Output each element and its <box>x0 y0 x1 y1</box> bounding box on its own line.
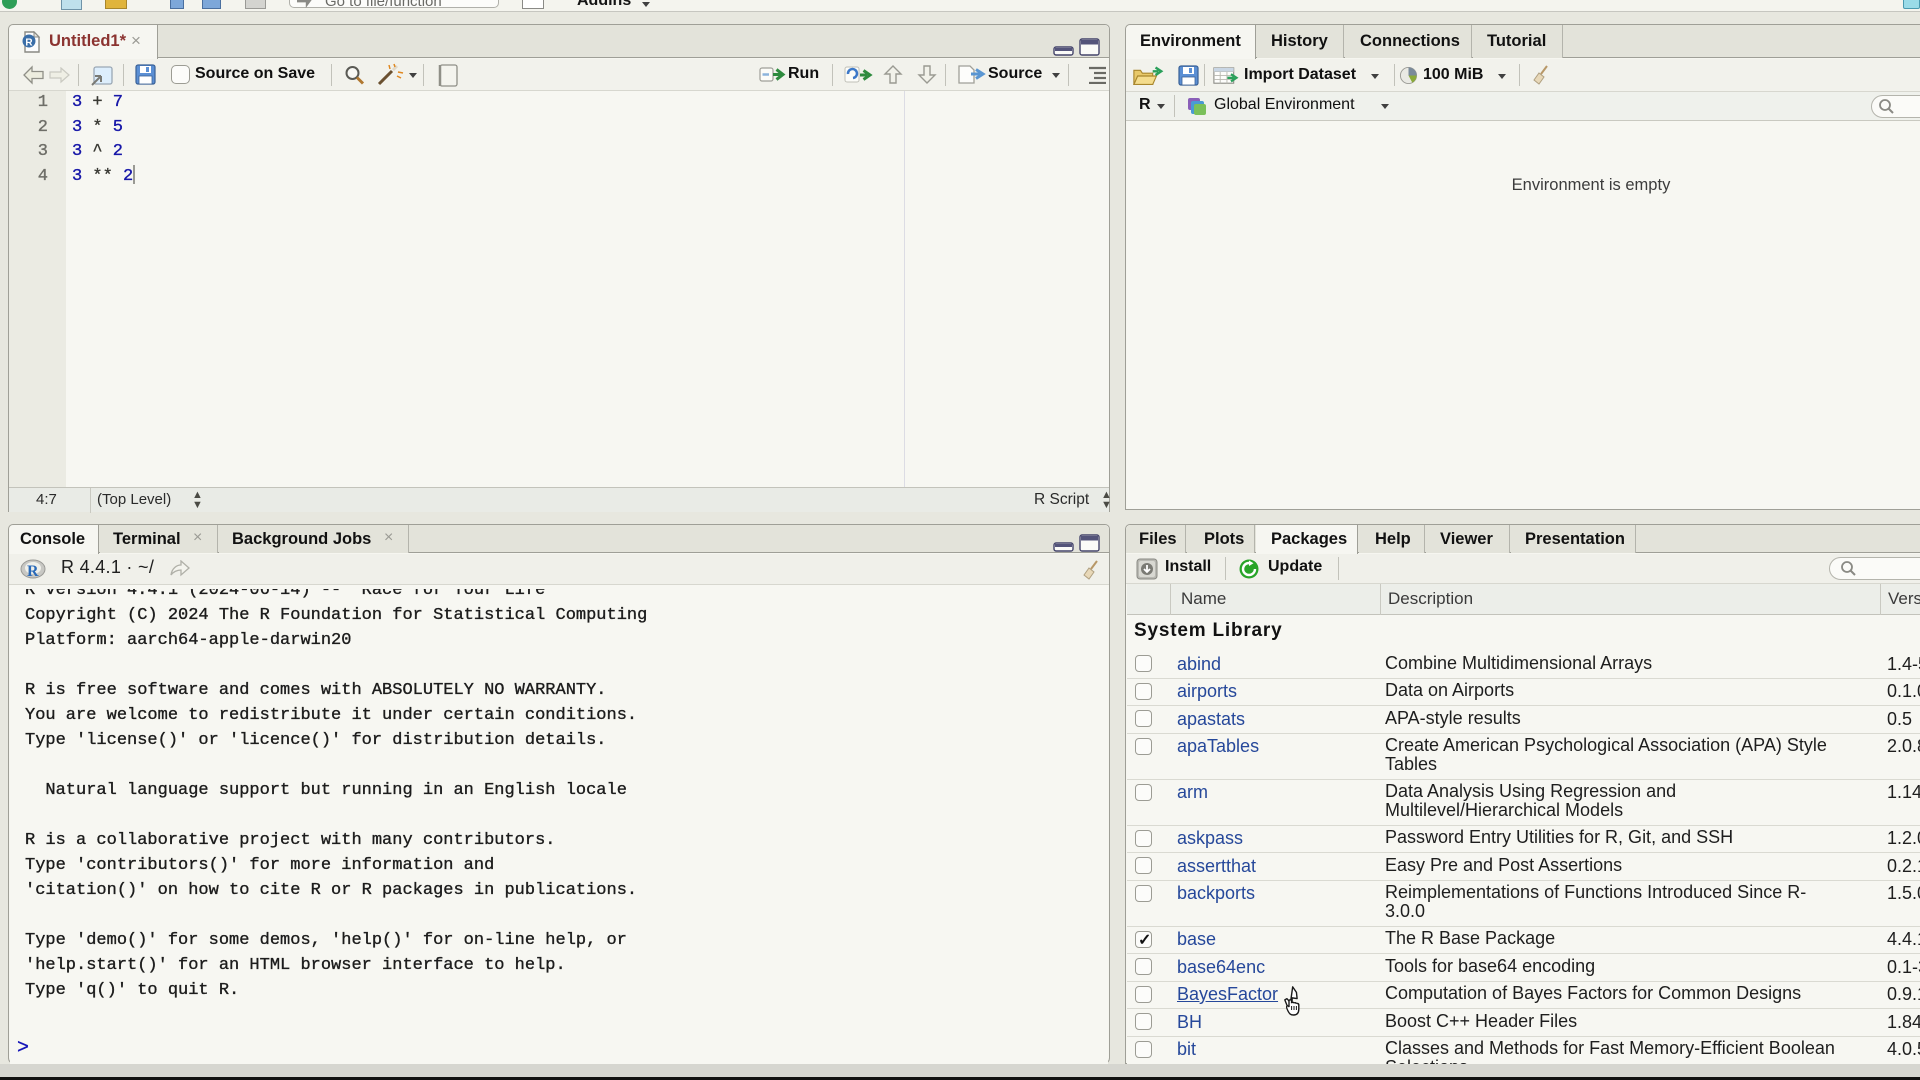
svg-text:R: R <box>25 38 33 49</box>
svg-text:R: R <box>27 563 39 580</box>
